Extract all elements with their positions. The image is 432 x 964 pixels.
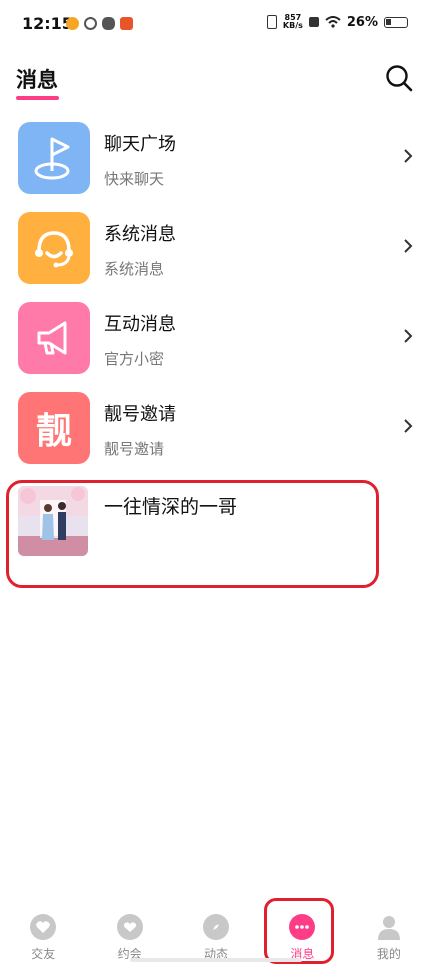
list-item-chat-plaza[interactable]: 聊天广场 快来聊天 (0, 118, 432, 208)
vibrate-icon (266, 15, 277, 29)
hearts-icon (30, 914, 57, 940)
header: 消息 (0, 50, 432, 106)
nav-item-date[interactable]: 约会 (86, 884, 172, 964)
item-subtitle: 官方小密 (104, 350, 165, 368)
nav-item-profile[interactable]: 我的 (346, 884, 432, 964)
chevron-right-icon (404, 239, 413, 253)
item-title: 系统消息 (104, 224, 176, 245)
item-title: 互动消息 (104, 314, 176, 335)
item-subtitle: 系统消息 (104, 260, 165, 278)
net-speed: 857 KB/s (283, 14, 303, 30)
net-speed-unit: KB/s (282, 21, 303, 30)
butterfly-icon (102, 17, 115, 30)
chevron-right-icon (404, 419, 413, 433)
nav-item-feed[interactable]: 动态 (173, 884, 259, 964)
sync-icon (84, 17, 97, 30)
close-box-icon (308, 17, 319, 27)
nav-label: 我的 (376, 947, 401, 961)
list-item-system-messages[interactable]: 系统消息 系统消息 (0, 208, 432, 298)
chevron-right-icon (404, 329, 413, 343)
app-badge-icon (120, 17, 133, 30)
chevron-right-icon (404, 149, 413, 163)
item-subtitle: 快来聊天 (104, 170, 165, 188)
list-item-pretty-number-invite[interactable]: 靓 靓号邀请 靓号邀请 (0, 388, 432, 478)
nav-item-friends[interactable]: 交友 (0, 884, 86, 964)
bottom-nav: 交友 约会 动态 消息 我的 (0, 884, 432, 964)
nav-highlight-box (264, 898, 334, 964)
home-indicator[interactable] (130, 958, 302, 962)
item-title: 聊天广场 (104, 134, 176, 155)
status-right: 857 KB/s 26% (266, 14, 408, 30)
battery-percent: 26% (346, 14, 378, 30)
title-underline (16, 96, 59, 100)
nav-label: 交友 (31, 947, 56, 961)
wifi-icon (325, 16, 341, 28)
weibo-icon (66, 17, 79, 30)
item-title: 靓号邀请 (104, 404, 176, 425)
headset-icon (18, 212, 90, 284)
page-title: 消息 (16, 68, 58, 92)
person-icon (376, 914, 402, 940)
highlight-box (6, 480, 379, 588)
message-list: 聊天广场 快来聊天 系统消息 系统消息 互动消息 官方小密 靓 靓号邀请 靓号邀… (0, 118, 432, 478)
status-bar: 12:15 857 KB/s 26% (0, 0, 432, 50)
heart-bubble-icon (116, 914, 143, 940)
liang-icon-glyph: 靓 (35, 411, 72, 452)
notification-icons (66, 17, 133, 30)
compass-icon (203, 914, 230, 940)
flag-icon (18, 122, 90, 194)
megaphone-icon (18, 302, 90, 374)
item-subtitle: 靓号邀请 (104, 440, 165, 458)
battery-icon (384, 16, 408, 28)
list-item-interaction-messages[interactable]: 互动消息 官方小密 (0, 298, 432, 388)
liang-icon: 靓 (18, 392, 90, 464)
search-icon[interactable] (385, 64, 413, 92)
